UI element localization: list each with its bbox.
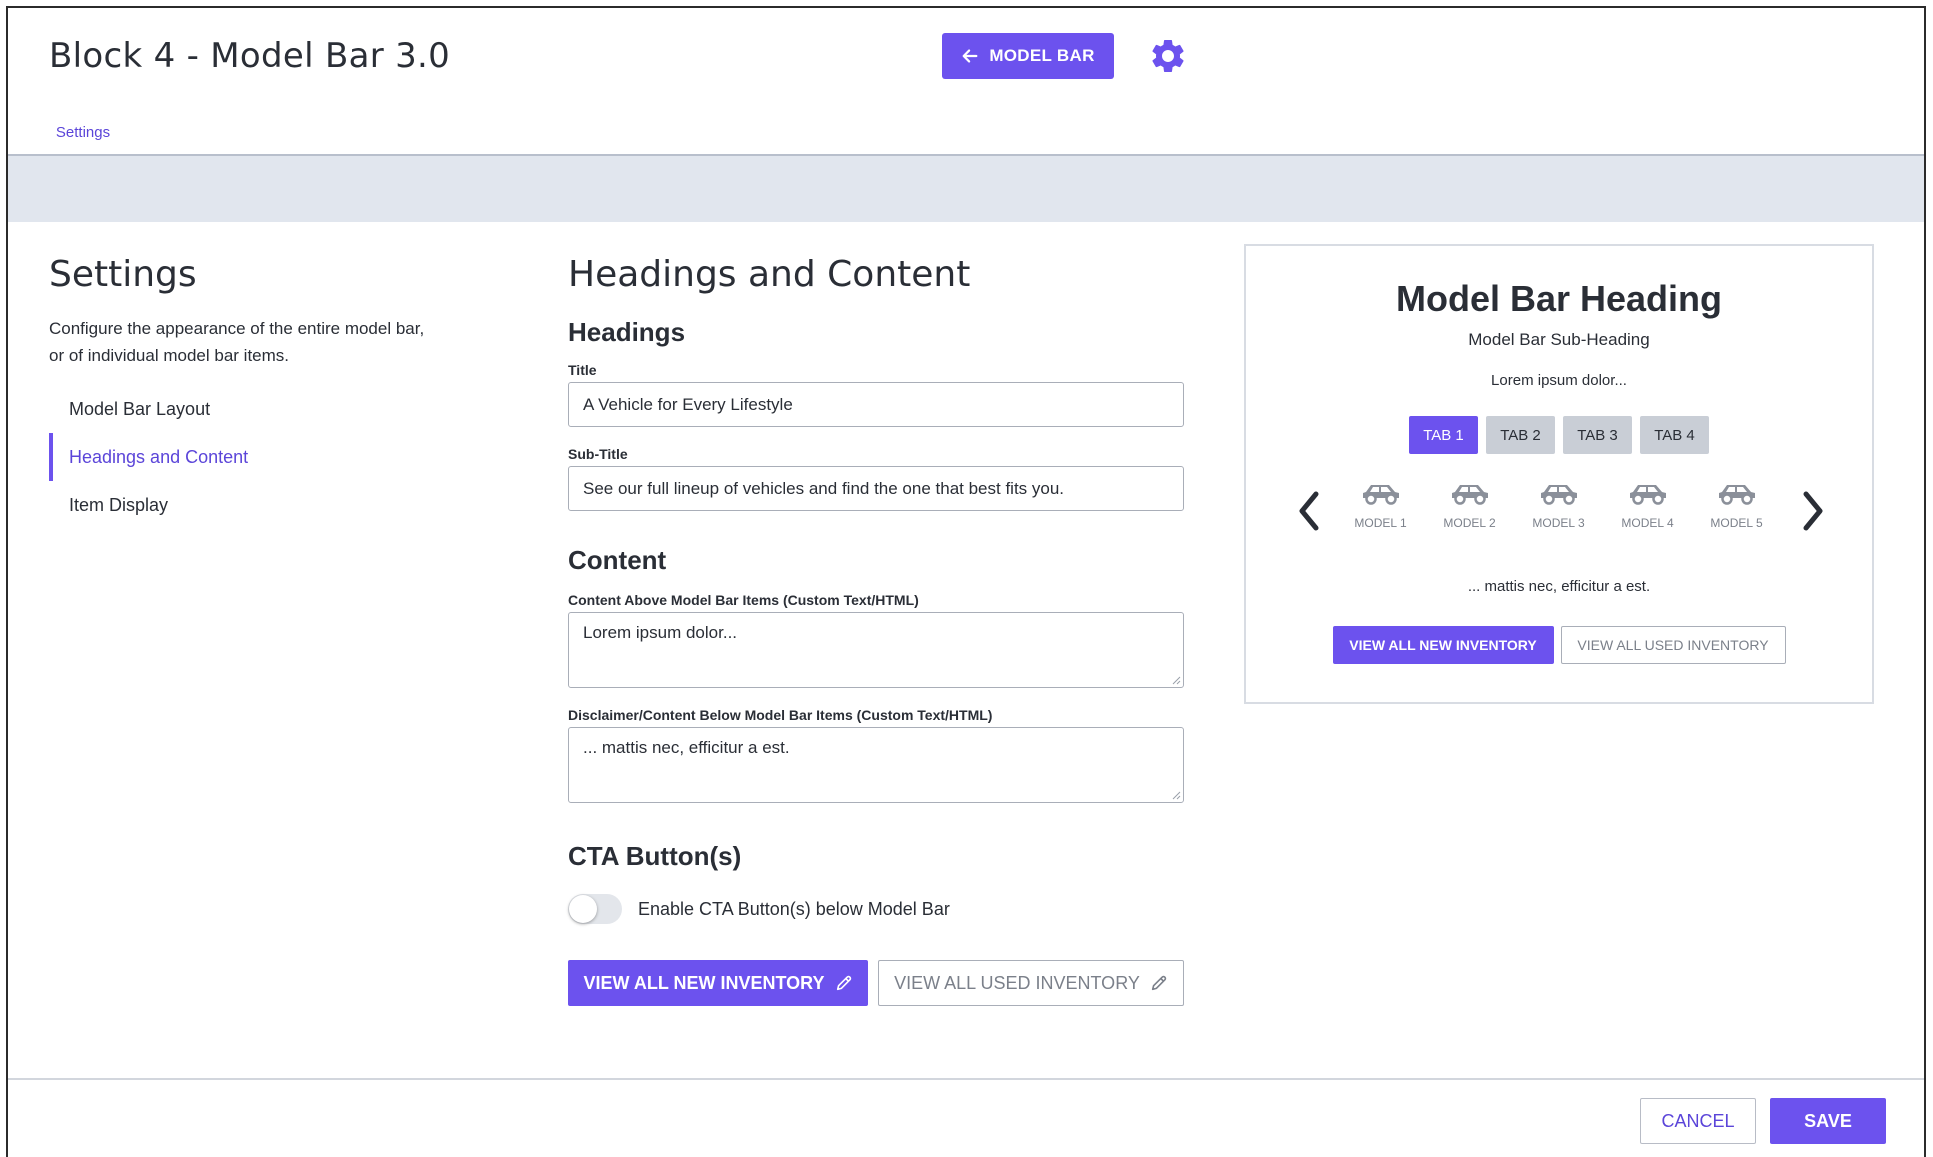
- nav-item-item-display[interactable]: Item Display: [49, 481, 449, 529]
- car-icon: [1540, 485, 1577, 505]
- preview-heading: Model Bar Heading: [1395, 278, 1723, 319]
- gear-icon[interactable]: [1148, 36, 1188, 76]
- settings-description: Configure the appearance of the entire m…: [49, 319, 425, 365]
- footer-divider: [8, 1078, 1924, 1080]
- toggle-knob: [569, 895, 597, 923]
- form-title: Headings and Content: [568, 254, 971, 295]
- cta-section-title: CTA Button(s): [568, 841, 742, 871]
- view-used-inventory-button[interactable]: VIEW ALL USED INVENTORY: [878, 960, 1184, 1006]
- preview-model-item[interactable]: MODEL 4: [1618, 478, 1677, 530]
- arrow-left-icon: [962, 49, 978, 63]
- resize-handle-icon[interactable]: [1171, 675, 1181, 685]
- settings-title: Settings: [49, 254, 197, 295]
- tab-settings-label: Settings: [55, 124, 111, 141]
- pencil-icon: [836, 975, 851, 991]
- preview-tabs: TAB 1 TAB 2 TAB 3 TAB 4: [1246, 416, 1872, 454]
- page-title: Block 4 - Model Bar 3.0: [49, 36, 451, 76]
- car-icon: [1718, 485, 1755, 505]
- chevron-right-icon[interactable]: [1798, 488, 1828, 534]
- tab-settings[interactable]: Settings: [8, 118, 158, 158]
- preview-model-item[interactable]: MODEL 2: [1440, 478, 1499, 530]
- settings-nav: Model Bar Layout Headings and Content It…: [49, 385, 449, 529]
- subtitle-label: Sub-Title: [568, 446, 628, 462]
- preview-tab-2[interactable]: TAB 2: [1486, 416, 1555, 454]
- editor-window: Block 4 - Model Bar 3.0 MODEL BAR Settin…: [6, 6, 1926, 1157]
- nav-item-model-bar-layout[interactable]: Model Bar Layout: [49, 385, 449, 433]
- content-above-label: Content Above Model Bar Items (Custom Te…: [568, 592, 919, 608]
- preview-view-new-button[interactable]: VIEW ALL NEW INVENTORY: [1332, 626, 1554, 664]
- back-to-model-bar-button[interactable]: MODEL BAR: [942, 33, 1114, 79]
- view-new-inventory-label: VIEW ALL NEW INVENTORY: [583, 972, 825, 993]
- top-bar: Block 4 - Model Bar 3.0 MODEL BAR Settin…: [8, 8, 1924, 158]
- cta-toggle[interactable]: [568, 894, 622, 924]
- preview-model-label: MODEL 4: [1621, 516, 1674, 530]
- preview-model-carousel: MODEL 1 MODEL 2 MODEL 3 MODEL 4 MODEL 5: [1286, 478, 1836, 548]
- preview-model-label: MODEL 3: [1532, 516, 1585, 530]
- car-icon: [1362, 485, 1399, 505]
- view-used-inventory-label: VIEW ALL USED INVENTORY: [894, 972, 1140, 993]
- preview-cta-buttons: VIEW ALL NEW INVENTORY VIEW ALL USED INV…: [1246, 626, 1872, 664]
- settings-sidebar: Settings Configure the appearance of the…: [49, 254, 449, 529]
- preview-model-item[interactable]: MODEL 3: [1529, 478, 1588, 530]
- model-bar-preview: Model Bar Heading Model Bar Sub-Heading …: [1244, 244, 1874, 704]
- disclaimer-value: ... mattis nec, efficitur a est.: [583, 738, 790, 757]
- title-label: Title: [568, 362, 597, 378]
- content-above-textarea[interactable]: Lorem ipsum dolor...: [568, 612, 1184, 688]
- resize-handle-icon[interactable]: [1171, 790, 1181, 800]
- preview-model-label: MODEL 1: [1354, 516, 1407, 530]
- nav-item-headings-and-content[interactable]: Headings and Content: [49, 433, 449, 481]
- headings-section-title: Headings: [568, 317, 686, 347]
- save-button[interactable]: SAVE: [1770, 1098, 1886, 1144]
- subtitle-input[interactable]: See our full lineup of vehicles and find…: [568, 466, 1184, 511]
- header-band: [8, 156, 1924, 222]
- preview-view-used-button[interactable]: VIEW ALL USED INVENTORY: [1560, 626, 1786, 664]
- back-button-label: MODEL BAR: [989, 46, 1095, 65]
- title-input[interactable]: A Vehicle for Every Lifestyle: [568, 382, 1184, 427]
- preview-tab-1[interactable]: TAB 1: [1409, 416, 1478, 454]
- preview-model-item[interactable]: MODEL 1: [1351, 478, 1410, 530]
- preview-model-item[interactable]: MODEL 5: [1707, 478, 1766, 530]
- preview-sub-heading: Model Bar Sub-Heading: [1468, 330, 1650, 349]
- car-icon: [1629, 485, 1666, 505]
- preview-content-below: ... mattis nec, efficitur a est.: [1467, 578, 1651, 595]
- view-new-inventory-button[interactable]: VIEW ALL NEW INVENTORY: [568, 960, 868, 1006]
- cta-buttons: VIEW ALL NEW INVENTORY VIEW ALL USED INV…: [568, 960, 1188, 1006]
- content-section-title: Content: [568, 545, 667, 575]
- preview-model-label: MODEL 2: [1443, 516, 1496, 530]
- preview-tab-4[interactable]: TAB 4: [1640, 416, 1709, 454]
- disclaimer-label: Disclaimer/Content Below Model Bar Items…: [568, 707, 993, 723]
- pencil-icon: [1151, 975, 1167, 991]
- content-above-value: Lorem ipsum dolor...: [583, 623, 738, 642]
- preview-model-list: MODEL 1 MODEL 2 MODEL 3 MODEL 4 MODEL 5: [1351, 478, 1766, 530]
- car-icon: [1451, 485, 1488, 505]
- preview-content-above: Lorem ipsum dolor...: [1491, 372, 1627, 389]
- preview-model-label: MODEL 5: [1710, 516, 1763, 530]
- cta-toggle-label: Enable CTA Button(s) below Model Bar: [638, 898, 950, 919]
- disclaimer-textarea[interactable]: ... mattis nec, efficitur a est.: [568, 727, 1184, 803]
- cta-toggle-row: Enable CTA Button(s) below Model Bar: [568, 894, 1188, 924]
- cancel-button[interactable]: CANCEL: [1640, 1098, 1756, 1144]
- chevron-left-icon[interactable]: [1294, 488, 1324, 534]
- preview-tab-3[interactable]: TAB 3: [1563, 416, 1632, 454]
- headings-content-form: Headings and Content Headings Title A Ve…: [568, 254, 1188, 1006]
